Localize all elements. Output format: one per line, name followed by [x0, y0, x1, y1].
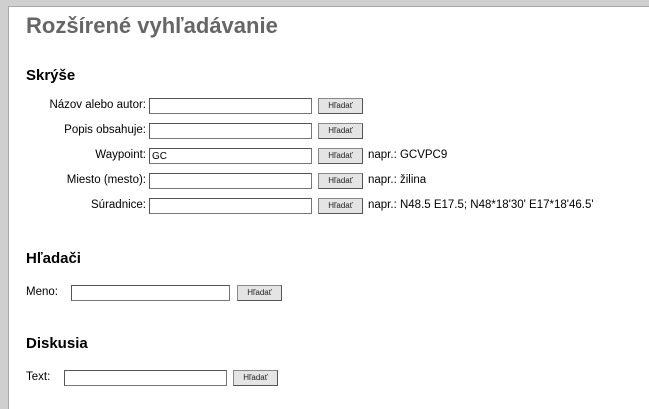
- finder-name-label: Meno:: [26, 286, 58, 298]
- location-hint: napr.: žilina: [368, 174, 427, 186]
- location-input[interactable]: [149, 173, 312, 189]
- search-page: Rozšírené vyhľadávanie Skrýše Názov aleb…: [8, 6, 649, 409]
- location-label: Miesto (mesto):: [66, 174, 146, 186]
- location-search-button[interactable]: Hľadať: [318, 173, 363, 189]
- section-title-caches: Skrýše: [26, 67, 76, 84]
- waypoint-label: Waypoint:: [95, 149, 146, 161]
- coordinates-hint: napr.: N48.5 E17.5; N48*18'30' E17*18'46…: [368, 199, 594, 211]
- waypoint-hint: napr.: GCVPC9: [368, 149, 448, 161]
- section-title-finders: Hľadači: [26, 250, 81, 267]
- section-title-discussion: Diskusia: [26, 335, 88, 352]
- cache-name-author-search-button[interactable]: Hľadať: [318, 98, 363, 114]
- waypoint-input[interactable]: [149, 148, 312, 164]
- coordinates-search-button[interactable]: Hľadať: [318, 198, 363, 214]
- cache-name-author-input[interactable]: [149, 98, 312, 114]
- cache-description-search-button[interactable]: Hľadať: [318, 123, 363, 139]
- discussion-text-label: Text:: [26, 371, 51, 383]
- waypoint-search-button[interactable]: Hľadať: [318, 148, 363, 164]
- finder-name-input[interactable]: [71, 285, 230, 301]
- page-title: Rozšírené vyhľadávanie: [26, 13, 278, 38]
- finder-search-button[interactable]: Hľadať: [237, 285, 282, 301]
- coordinates-input[interactable]: [149, 198, 312, 214]
- cache-description-label: Popis obsahuje:: [64, 124, 146, 136]
- cache-name-author-label: Názov alebo autor:: [49, 99, 146, 111]
- discussion-search-button[interactable]: Hľadať: [233, 370, 278, 386]
- coordinates-label: Súradnice:: [91, 199, 146, 211]
- discussion-text-input[interactable]: [64, 370, 227, 386]
- cache-description-input[interactable]: [149, 123, 312, 139]
